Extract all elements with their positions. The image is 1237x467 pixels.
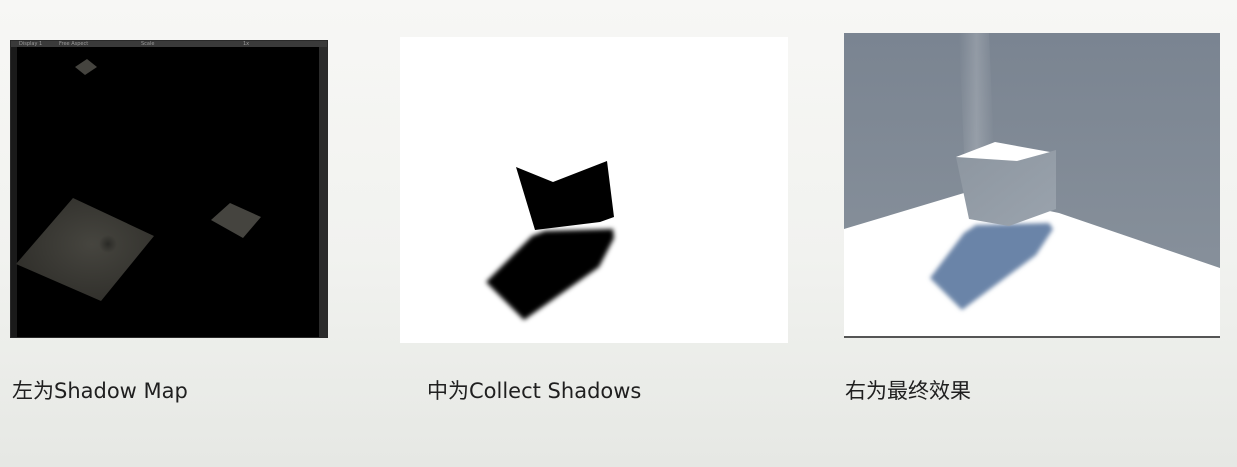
collected-cube-shadow [516, 161, 614, 230]
shadow-map-large-plane [16, 198, 154, 301]
collected-floor-shadow [486, 229, 614, 320]
collect-shadows-image [400, 37, 788, 343]
shadow-map-medium-square [211, 203, 261, 238]
caption-collect-shadows: 中为Collect Shadows [427, 379, 642, 403]
final-result-render [844, 33, 1220, 336]
shadow-map-image: Display 1 Free Aspect Scale 1x [10, 40, 328, 338]
caption-shadow-map: 左为Shadow Map [12, 379, 188, 403]
caption-final-result: 右为最终效果 [845, 379, 971, 403]
collect-shadows-render [486, 161, 614, 320]
final-result-image [844, 33, 1220, 338]
shadow-map-render [16, 59, 261, 301]
shadow-map-small-square [75, 59, 97, 75]
